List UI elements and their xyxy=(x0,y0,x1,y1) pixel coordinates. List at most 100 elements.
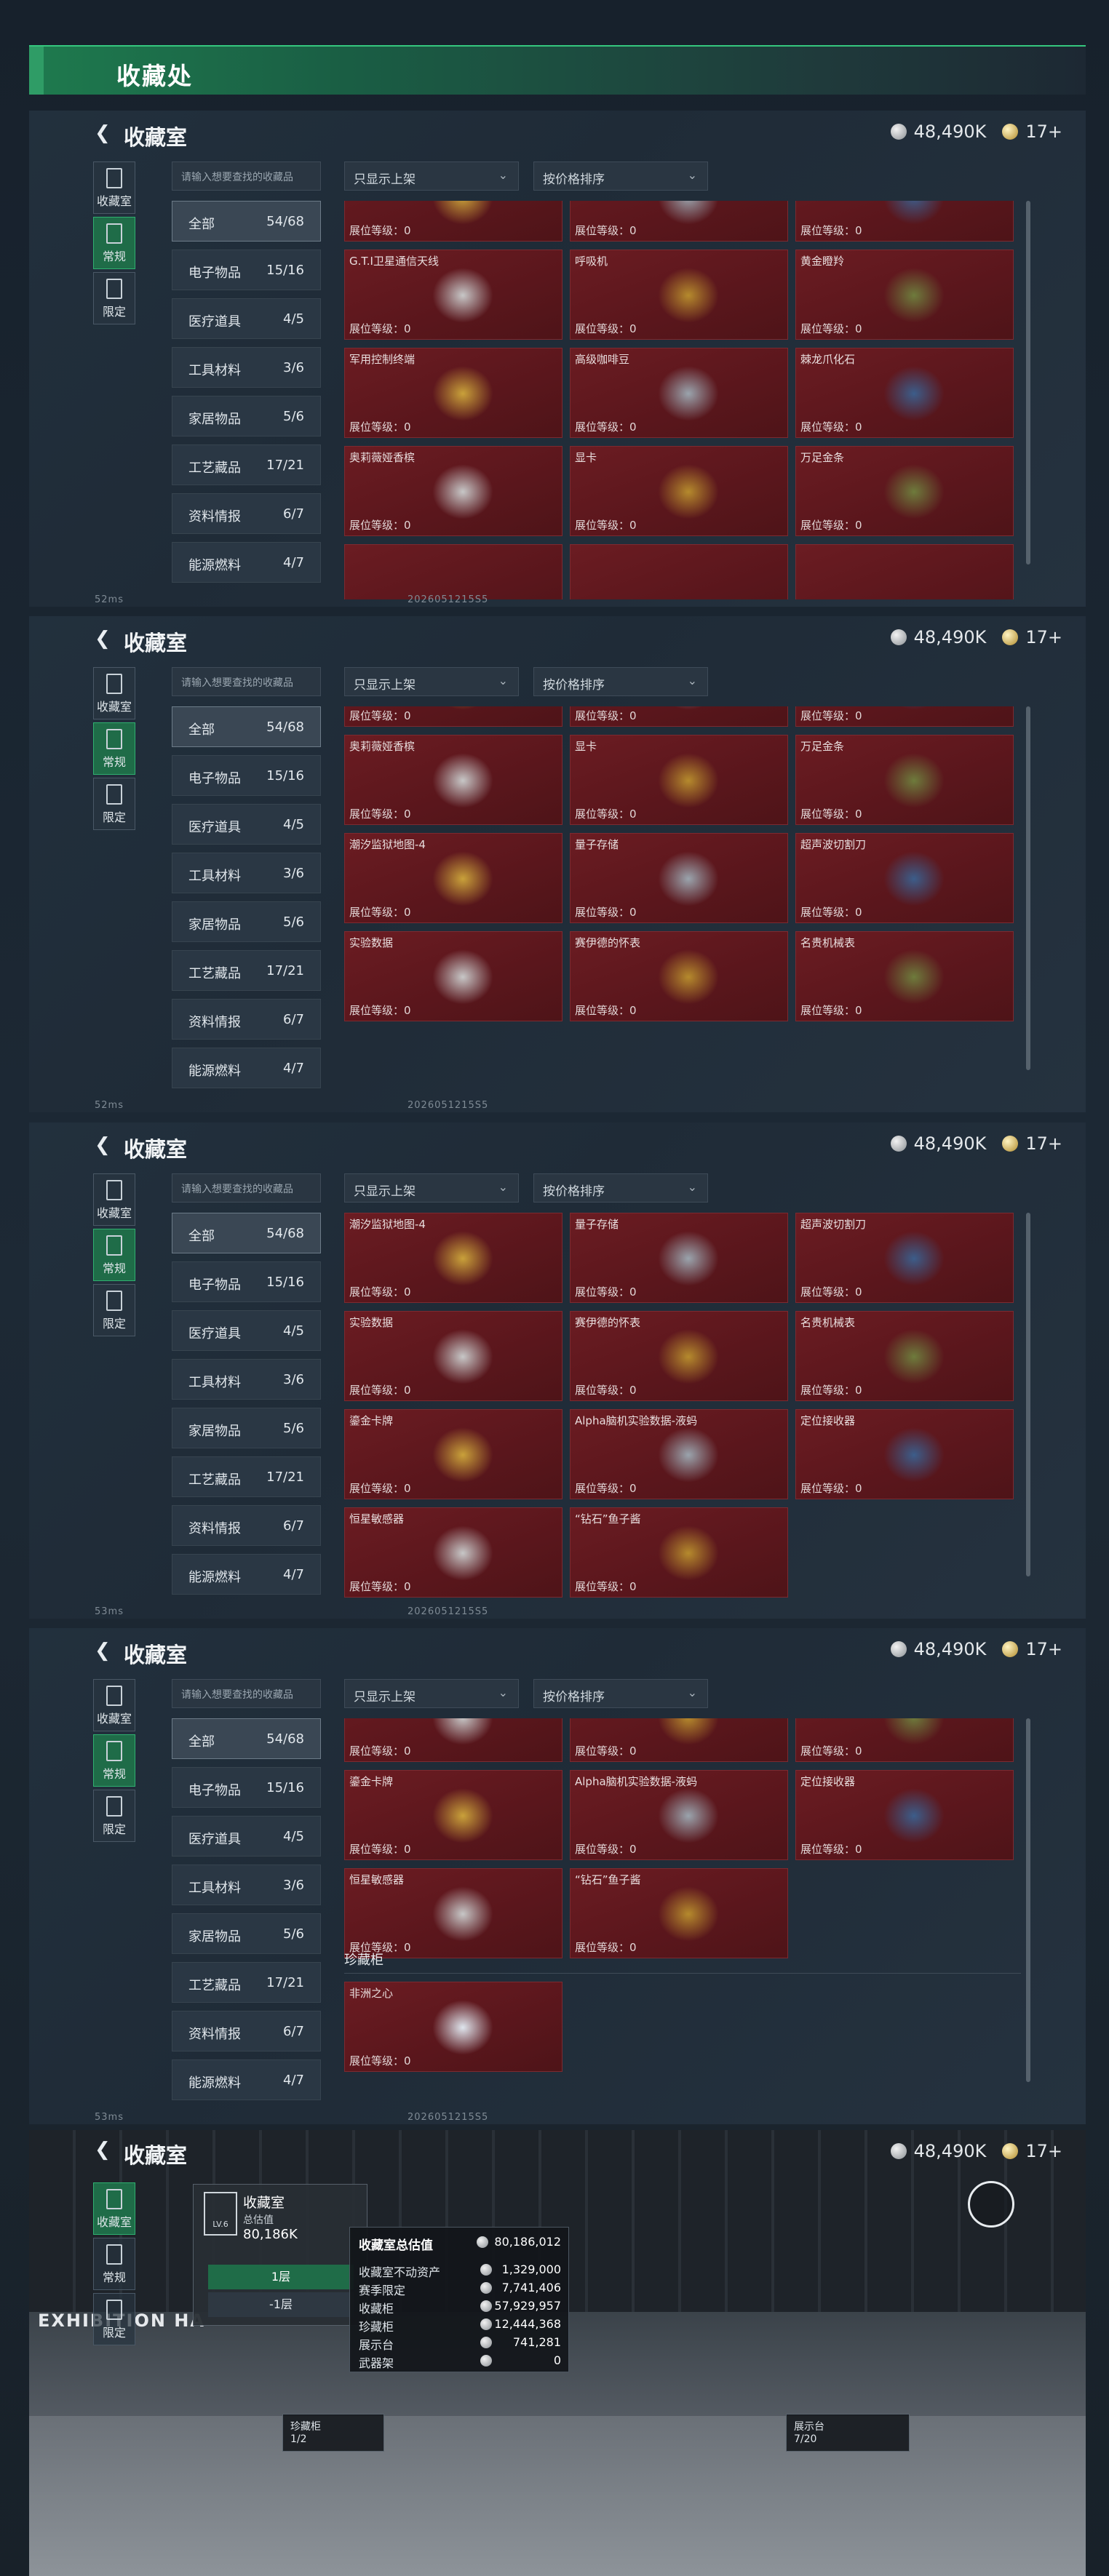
item-card[interactable]: 潮汐监狱地图-4 展位等级：0 xyxy=(344,1213,563,1303)
item-card[interactable]: 展位等级：0 xyxy=(570,544,788,599)
item-card[interactable]: 万足金条 展位等级：0 xyxy=(795,735,1014,825)
scrollbar[interactable] xyxy=(1026,201,1030,565)
category-item[interactable]: 能源燃料 4/7 xyxy=(172,542,321,583)
display-count-pill[interactable]: 展示台 7/20 xyxy=(786,2414,910,2452)
item-card[interactable]: 鎏金卡牌 展位等级：0 xyxy=(344,1409,563,1499)
scrollbar[interactable] xyxy=(1026,1213,1030,1576)
sort-dropdown[interactable]: 按价格排序 ⌄ xyxy=(533,162,708,191)
category-item[interactable]: 工艺藏品 17/21 xyxy=(172,950,321,991)
sidebar-item-limited[interactable]: 限定 xyxy=(93,272,135,324)
back-icon[interactable]: ❮ xyxy=(95,124,111,143)
floor-1-button[interactable]: 1层 xyxy=(208,2265,354,2289)
item-card[interactable]: 赛伊德的怀表展位等级：0 xyxy=(570,1718,788,1762)
item-card[interactable]: 恒星敏感器 展位等级：0 xyxy=(344,1507,563,1598)
item-card[interactable]: 高能瓦斯罐展位等级：0 xyxy=(344,201,563,242)
category-item[interactable]: 医疗道具 4/5 xyxy=(172,298,321,339)
category-item[interactable]: 电子物品 15/16 xyxy=(172,250,321,290)
back-icon[interactable]: ❮ xyxy=(95,629,111,648)
item-card[interactable]: 实验数据展位等级：0 xyxy=(344,1718,563,1762)
sort-dropdown[interactable]: 按价格排序 ⌄ xyxy=(533,1173,708,1203)
item-card[interactable]: 棘龙爪化石展位等级：0 xyxy=(795,348,1014,438)
category-item[interactable]: 医疗道具 4/5 xyxy=(172,1816,321,1857)
item-card[interactable]: 万足金条 展位等级：0 xyxy=(795,446,1014,536)
category-item[interactable]: 全部 54/68 xyxy=(172,1213,321,1253)
item-card[interactable]: 量子存储 展位等级：0 xyxy=(570,1213,788,1303)
sidebar-item-regular[interactable]: 常规 xyxy=(93,1229,135,1281)
category-item[interactable]: 资料情报 6/7 xyxy=(172,493,321,534)
item-card[interactable]: 赛伊德的怀表展位等级：0 xyxy=(570,931,788,1021)
show-filter-dropdown[interactable]: 只显示上架 ⌄ xyxy=(344,1173,519,1203)
item-card[interactable]: 定位接收器 展位等级：0 xyxy=(795,1770,1014,1860)
back-icon[interactable]: ❮ xyxy=(95,2140,111,2159)
category-item[interactable]: 工具材料 3/6 xyxy=(172,347,321,388)
item-card[interactable]: 非洲之心 展位等级：0 xyxy=(344,1982,563,2072)
search-input[interactable]: 请输入想要查找的收藏品 xyxy=(172,162,321,191)
category-item[interactable]: 医疗道具 4/5 xyxy=(172,1310,321,1351)
sidebar-item-limited[interactable]: 限定 xyxy=(93,2293,135,2345)
sidebar-item-limited[interactable]: 限定 xyxy=(93,1284,135,1336)
category-item[interactable]: 电子物品 15/16 xyxy=(172,1767,321,1808)
back-icon[interactable]: ❮ xyxy=(95,1641,111,1660)
item-card[interactable]: 赛伊德的怀表展位等级：0 xyxy=(570,1311,788,1401)
item-card[interactable]: 恒星敏感器 展位等级：0 xyxy=(344,1868,563,1958)
item-card[interactable]: 黄金瞪羚 展位等级：0 xyxy=(795,250,1014,340)
sort-dropdown[interactable]: 按价格排序 ⌄ xyxy=(533,1679,708,1708)
item-card[interactable]: 高级咖啡豆展位等级：0 xyxy=(570,706,788,727)
sidebar-item-collection[interactable]: 收藏室 xyxy=(93,1173,135,1226)
item-card[interactable]: 黄金鳄鱼头雕像展位等级：0 xyxy=(570,201,788,242)
sidebar-item-limited[interactable]: 限定 xyxy=(93,778,135,830)
item-card[interactable]: 超声波切割刀 展位等级：0 xyxy=(795,833,1014,923)
item-card[interactable]: “钻石”鱼子酱 展位等级：0 xyxy=(570,1868,788,1958)
search-input[interactable]: 请输入想要查找的收藏品 xyxy=(172,1679,321,1708)
category-item[interactable]: 全部 54/68 xyxy=(172,706,321,747)
sidebar-item-regular[interactable]: 常规 xyxy=(93,722,135,775)
item-card[interactable]: 军用控制终端展位等级：0 xyxy=(344,348,563,438)
item-card[interactable]: G.T.I卫星通信天线 展位等级：0 xyxy=(344,250,563,340)
item-card[interactable]: 军用控制终端展位等级：0 xyxy=(344,706,563,727)
category-item[interactable]: 电子物品 15/16 xyxy=(172,1261,321,1302)
item-card[interactable]: 显卡 展位等级：0 xyxy=(570,446,788,536)
category-item[interactable]: 工具材料 3/6 xyxy=(172,1359,321,1400)
vault-count-pill[interactable]: 珍藏柜 1/2 xyxy=(282,2414,384,2452)
category-item[interactable]: 全部 54/68 xyxy=(172,1718,321,1759)
item-card[interactable]: 奥莉薇娅香槟 展位等级：0 xyxy=(344,446,563,536)
item-card[interactable]: “钻石”鱼子酱 展位等级：0 xyxy=(570,1507,788,1598)
category-item[interactable]: 资料情报 6/7 xyxy=(172,1505,321,1546)
show-filter-dropdown[interactable]: 只显示上架 ⌄ xyxy=(344,1679,519,1708)
category-item[interactable]: 家居物品 5/6 xyxy=(172,901,321,942)
search-input[interactable]: 请输入想要查找的收藏品 xyxy=(172,1173,321,1203)
show-filter-dropdown[interactable]: 只显示上架 ⌄ xyxy=(344,667,519,696)
floor-b1-button[interactable]: -1层 xyxy=(208,2292,354,2317)
category-item[interactable]: 能源燃料 4/7 xyxy=(172,1554,321,1595)
category-item[interactable]: 医疗道具 4/5 xyxy=(172,804,321,845)
category-item[interactable]: 工艺藏品 17/21 xyxy=(172,1456,321,1497)
sidebar-item-collection[interactable]: 收藏室 xyxy=(93,1679,135,1731)
sidebar-item-limited[interactable]: 限定 xyxy=(93,1790,135,1842)
item-card[interactable]: 显卡 展位等级：0 xyxy=(570,735,788,825)
category-item[interactable]: 工具材料 3/6 xyxy=(172,853,321,893)
item-card[interactable]: 名贵机械表展位等级：0 xyxy=(795,931,1014,1021)
item-card[interactable]: 超声波切割刀 展位等级：0 xyxy=(795,1213,1014,1303)
item-card[interactable]: Alpha脑机实验数据-液蚂 展位等级：0 xyxy=(570,1409,788,1499)
sidebar-item-collection[interactable]: 收藏室 xyxy=(93,2182,135,2235)
sort-dropdown[interactable]: 按价格排序 ⌄ xyxy=(533,667,708,696)
item-card[interactable]: 名贵机械表展位等级：0 xyxy=(795,1718,1014,1762)
item-card[interactable]: 潮汐监狱地图-4 展位等级：0 xyxy=(344,833,563,923)
item-card[interactable]: 展位等级：0 xyxy=(344,544,563,599)
compass-icon[interactable] xyxy=(968,2181,1014,2228)
item-card[interactable]: 鎏金卡牌 展位等级：0 xyxy=(344,1770,563,1860)
item-card[interactable]: 呼吸机 展位等级：0 xyxy=(570,250,788,340)
scrollbar[interactable] xyxy=(1026,706,1030,1070)
category-item[interactable]: 家居物品 5/6 xyxy=(172,396,321,436)
sidebar-item-collection[interactable]: 收藏室 xyxy=(93,162,135,214)
item-card[interactable]: 名贵机械表展位等级：0 xyxy=(795,1311,1014,1401)
item-card[interactable]: 定位接收器 展位等级：0 xyxy=(795,1409,1014,1499)
category-item[interactable]: 电子物品 15/16 xyxy=(172,755,321,796)
item-card[interactable]: 棘龙爪化石展位等级：0 xyxy=(795,706,1014,727)
item-card[interactable]: 已封存音源展位等级：0 xyxy=(795,201,1014,242)
category-item[interactable]: 资料情报 6/7 xyxy=(172,2011,321,2051)
category-item[interactable]: 能源燃料 4/7 xyxy=(172,1048,321,1088)
category-item[interactable]: 能源燃料 4/7 xyxy=(172,2059,321,2100)
category-item[interactable]: 工艺藏品 17/21 xyxy=(172,444,321,485)
item-card[interactable]: 展位等级：0 xyxy=(795,544,1014,599)
